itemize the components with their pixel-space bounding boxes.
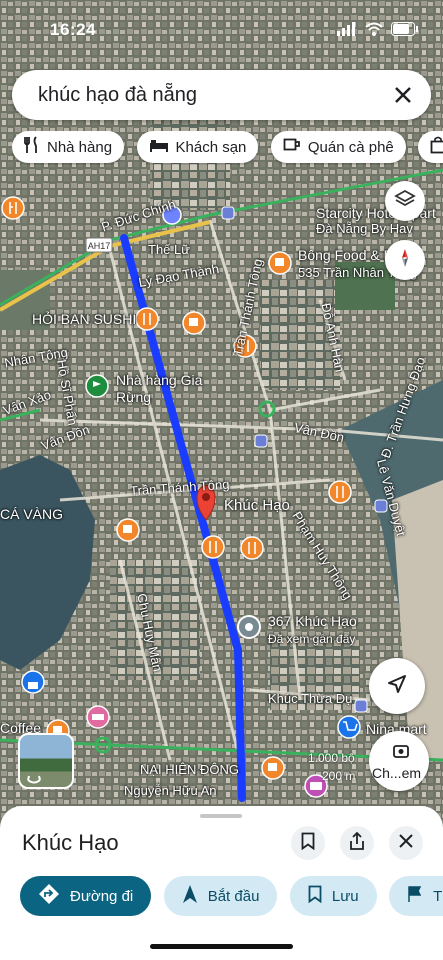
close-sheet-button[interactable] bbox=[389, 826, 423, 860]
scale-imperial: 1.000 bộ bbox=[308, 751, 355, 765]
wifi-icon bbox=[365, 22, 383, 41]
fork-knife-icon bbox=[24, 136, 40, 158]
layers-icon bbox=[394, 188, 416, 215]
shop-icon[interactable] bbox=[85, 374, 109, 398]
bus-stop-icon bbox=[254, 434, 268, 448]
bookmark-icon bbox=[301, 832, 315, 855]
drag-handle[interactable] bbox=[200, 814, 242, 818]
signal-icon bbox=[337, 22, 357, 41]
coffee-cup-icon[interactable] bbox=[261, 756, 285, 780]
flag-icon bbox=[407, 885, 423, 907]
action-buttons: Đường đi Bắt đầu Lưu Thên bbox=[20, 876, 443, 918]
place-title: Khúc Hạo bbox=[22, 830, 119, 855]
chip-hotels[interactable]: Khách sạn bbox=[136, 131, 259, 163]
lock-icon[interactable] bbox=[21, 670, 45, 694]
coffee-cup-icon[interactable] bbox=[182, 311, 206, 335]
hotel-icon[interactable] bbox=[86, 705, 110, 729]
pin-label[interactable]: Khúc Hạo bbox=[224, 497, 290, 514]
scale-metric: 200 m bbox=[322, 769, 356, 783]
navigation-arrow-icon bbox=[182, 884, 198, 908]
fork-knife-icon[interactable] bbox=[135, 307, 159, 331]
coffee-cup-icon[interactable] bbox=[268, 251, 292, 275]
compass-button[interactable] bbox=[385, 240, 425, 280]
directions-icon bbox=[38, 883, 60, 909]
place-sheet[interactable]: Khúc Hạo Đường đi Bắt đầu Lưu Thên bbox=[0, 806, 443, 960]
recent-place-marker[interactable] bbox=[237, 615, 261, 639]
save-icon-button[interactable] bbox=[291, 826, 325, 860]
fork-knife-icon[interactable] bbox=[328, 480, 352, 504]
camera-lens-icon bbox=[393, 743, 409, 764]
compass-icon bbox=[394, 247, 416, 274]
navigation-arrow-icon bbox=[386, 673, 408, 700]
battery-icon bbox=[391, 22, 419, 41]
bookmark-icon bbox=[308, 885, 322, 907]
start-button[interactable]: Bắt đầu bbox=[163, 876, 278, 916]
cart-icon[interactable] bbox=[337, 715, 361, 739]
status-bar: 16:24 bbox=[0, 18, 443, 44]
lens-button[interactable]: Ch...em bbox=[369, 731, 429, 791]
add-label-button[interactable]: Thên bbox=[389, 876, 443, 916]
fork-knife-icon[interactable] bbox=[1, 196, 25, 220]
poi-label[interactable]: 367 Khúc Hạo bbox=[268, 613, 357, 629]
close-icon[interactable] bbox=[391, 83, 415, 107]
lens-button-label: Ch...em bbox=[372, 765, 422, 781]
poi-label[interactable]: HỎI BẠN SUSHI bbox=[32, 311, 136, 327]
bus-stop-icon bbox=[221, 206, 235, 220]
street-view-icon bbox=[26, 771, 42, 787]
my-location-button[interactable] bbox=[369, 658, 425, 714]
layers-button[interactable] bbox=[385, 181, 425, 221]
area-label: NẠI HIÊN ĐÔNG bbox=[140, 762, 239, 777]
fork-knife-icon[interactable] bbox=[240, 536, 264, 560]
chip-restaurants[interactable]: Nhà hàng bbox=[12, 131, 125, 163]
street-label: Thế Lữ bbox=[148, 242, 190, 257]
save-button[interactable]: Lưu bbox=[289, 876, 377, 916]
close-icon bbox=[399, 833, 413, 853]
poi-label[interactable]: Nhà hàng Gia Rừng bbox=[116, 372, 226, 406]
coffee-cup-icon bbox=[283, 137, 301, 157]
search-bar[interactable]: khúc hạo đà nẵng bbox=[12, 70, 431, 120]
bed-icon bbox=[149, 137, 169, 157]
status-time: 16:24 bbox=[50, 20, 96, 39]
street-label: Nguyễn Hữu An bbox=[124, 783, 217, 798]
svg-text:AH17: AH17 bbox=[88, 241, 111, 251]
directions-button[interactable]: Đường đi bbox=[20, 876, 152, 916]
category-chips: Nhà hàng Khách sạn Quán cà phê Mu bbox=[12, 131, 443, 165]
share-button[interactable] bbox=[340, 826, 374, 860]
street-label: Khúc Thừa Dụ bbox=[268, 691, 353, 706]
poi-label: Đã xem gần đây bbox=[268, 632, 356, 646]
search-input[interactable]: khúc hạo đà nẵng bbox=[38, 84, 197, 107]
map-scale: 1.000 bộ 200 m bbox=[308, 751, 355, 783]
street-view-thumbnail[interactable] bbox=[18, 733, 74, 789]
share-icon bbox=[349, 831, 365, 855]
area-label: CÁ VÀNG bbox=[0, 506, 64, 522]
coffee-cup-icon[interactable] bbox=[116, 518, 140, 542]
home-indicator bbox=[150, 944, 293, 949]
shopping-bag-icon bbox=[430, 136, 443, 158]
fork-knife-icon[interactable] bbox=[201, 535, 225, 559]
bus-stop-icon bbox=[354, 699, 368, 713]
poi-label[interactable]: Đà Nẵng By Hav bbox=[316, 221, 413, 236]
chip-shopping[interactable]: Mu bbox=[418, 131, 443, 163]
chip-cafes[interactable]: Quán cà phê bbox=[270, 131, 406, 163]
